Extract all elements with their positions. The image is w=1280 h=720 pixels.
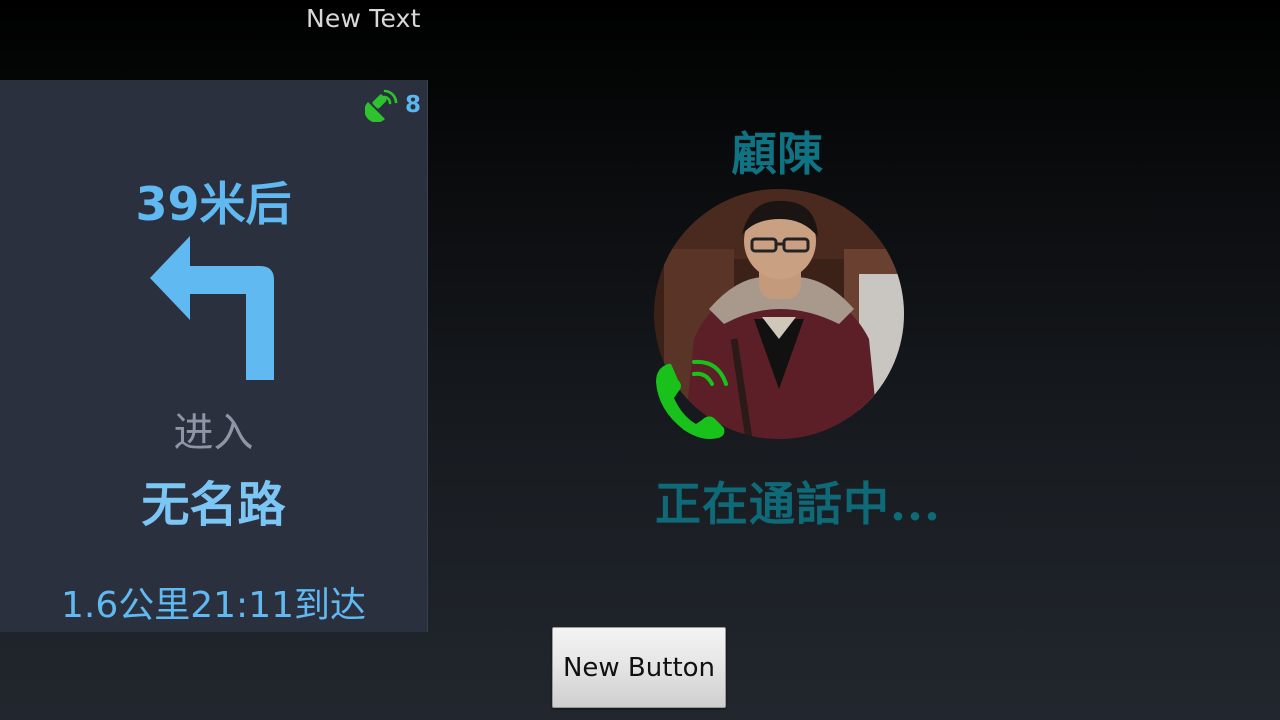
navigation-panel: 8 39米后 进入 无名路 1.6公里21:11到达 bbox=[0, 80, 428, 632]
gps-status: 8 bbox=[364, 88, 421, 122]
turn-left-arrow-icon bbox=[148, 232, 278, 386]
satellite-icon bbox=[364, 88, 401, 122]
gps-satellite-count: 8 bbox=[404, 92, 421, 118]
caller-name: 顧陳 bbox=[731, 127, 823, 181]
eta-info: 1.6公里21:11到达 bbox=[61, 585, 366, 626]
phone-icon bbox=[654, 358, 732, 446]
top-text-label: New Text bbox=[306, 4, 421, 33]
enter-label: 进入 bbox=[173, 410, 254, 456]
call-status: 正在通話中... bbox=[655, 477, 942, 531]
turn-distance: 39米后 bbox=[135, 177, 292, 231]
road-name: 无名路 bbox=[141, 477, 286, 533]
new-button[interactable]: New Button bbox=[552, 627, 726, 708]
